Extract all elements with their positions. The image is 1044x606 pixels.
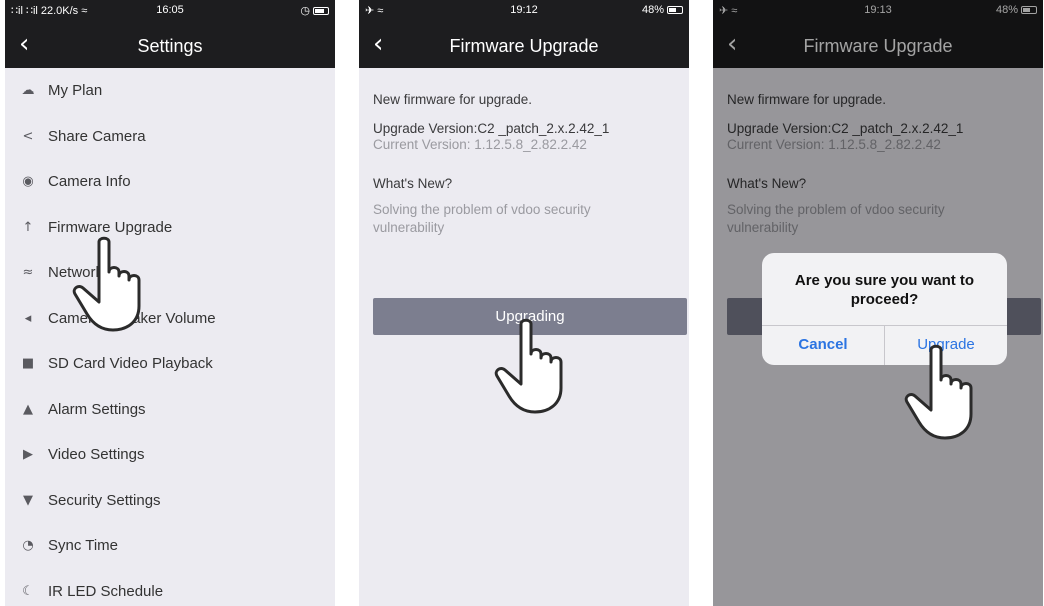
settings-menu: ☁ My Plan < Share Camera ◉ Camera Info ↑ Fir… xyxy=(5,68,335,606)
pointing-hand-icon xyxy=(494,318,563,414)
arrow-up-icon: ↑ xyxy=(22,219,34,235)
menu-item-label: Video Settings xyxy=(48,446,145,464)
menu-item-share-camera[interactable]: < Share Camera xyxy=(5,114,335,160)
clock-icon: ◔ xyxy=(22,538,34,554)
firmware-upgrade-screen: ✈ ≈ 19:12 48% ‹ Firmware Upgrade New fir… xyxy=(359,0,689,606)
menu-item-firmware-upgrade[interactable]: ↑ Firmware Upgrade xyxy=(5,205,335,251)
status-right: 48% xyxy=(642,4,683,16)
camera-info-icon: ◉ xyxy=(22,174,34,190)
menu-item-my-plan[interactable]: ☁ My Plan xyxy=(5,68,335,114)
nav-bar: ‹ Settings xyxy=(5,22,335,68)
menu-item-sd-card-playback[interactable]: ■ SD Card Video Playback xyxy=(5,341,335,387)
menu-item-label: Security Settings xyxy=(48,491,161,509)
current-version: Current Version: 1.12.5.8_2.82.2.42 xyxy=(373,137,587,152)
pointing-hand-icon xyxy=(904,344,973,440)
whats-new-heading: What's New? xyxy=(373,176,453,191)
upgrade-version: Upgrade Version:C2 _patch_2.x.2.42_1 xyxy=(373,121,610,136)
menu-item-label: SD Card Video Playback xyxy=(48,355,213,373)
status-bar: ∷il ∷il 22.0K/s ≈ 16:05 ◷ xyxy=(5,0,335,22)
shield-icon: ▼ xyxy=(23,492,33,508)
alarm-clock-icon: ◷ xyxy=(300,5,310,17)
status-time: 19:12 xyxy=(510,4,538,16)
pointing-hand-icon xyxy=(72,236,141,332)
menu-item-alarm-settings[interactable]: ▲ Alarm Settings xyxy=(5,387,335,433)
menu-item-security-settings[interactable]: ▼ Security Settings xyxy=(5,478,335,524)
cancel-button[interactable]: Cancel xyxy=(762,325,884,365)
firmware-info: New firmware for upgrade. Upgrade Versio… xyxy=(373,92,679,237)
menu-item-speaker-volume[interactable]: ◂Camera Speaker Volume xyxy=(5,296,335,342)
status-bar: ✈ ≈ 19:12 48% xyxy=(359,0,689,22)
menu-item-label: Firmware Upgrade xyxy=(48,218,173,236)
menu-item-label: Camera Info xyxy=(48,173,131,191)
ir-led-icon: ☾ xyxy=(22,583,34,599)
menu-item-network[interactable]: ≈ Network xyxy=(5,250,335,296)
status-right: ◷ xyxy=(300,4,329,17)
menu-item-label: Sync Time xyxy=(48,537,119,555)
dialog-message: Are you sure you want to proceed? xyxy=(794,272,975,308)
battery-icon xyxy=(667,6,683,14)
menu-item-label: Share Camera xyxy=(48,127,146,145)
menu-item-sync-time[interactable]: ◔ Sync Time xyxy=(5,523,335,569)
share-icon: < xyxy=(22,128,34,144)
settings-screen: ∷il ∷il 22.0K/s ≈ 16:05 ◷ ‹ Settings ☁ My… xyxy=(5,0,335,606)
wifi-icon: ≈ xyxy=(22,265,34,281)
menu-item-ir-led-schedule[interactable]: ☾ IR LED Schedule xyxy=(5,569,335,606)
speaker-icon: ◂ xyxy=(24,310,32,326)
page-title: Firmware Upgrade xyxy=(449,36,599,56)
cloud-icon: ☁ xyxy=(21,83,35,99)
new-firmware-text: New firmware for upgrade. xyxy=(373,92,533,107)
menu-item-label: My Plan xyxy=(48,82,103,100)
status-time: 16:05 xyxy=(156,4,184,16)
menu-item-video-settings[interactable]: ▶ Video Settings xyxy=(5,432,335,478)
release-notes: Solving the problem of vdoo security vul… xyxy=(373,202,591,235)
menu-item-label: Alarm Settings xyxy=(48,400,146,418)
battery-percent: 48% xyxy=(641,4,664,16)
nav-bar: ‹ Firmware Upgrade xyxy=(359,22,689,68)
page-title: Settings xyxy=(137,36,203,56)
video-icon: ▶ xyxy=(23,447,33,463)
menu-item-camera-info[interactable]: ◉ Camera Info xyxy=(5,159,335,205)
menu-item-label: IR LED Schedule xyxy=(48,582,164,600)
sd-card-icon: ■ xyxy=(21,356,35,372)
battery-icon xyxy=(313,7,329,15)
firmware-upgrade-confirm-screen: ✈ ≈ 19:13 48% ‹ Firmware Upgrade New fir… xyxy=(713,0,1043,606)
alarm-icon: ▲ xyxy=(23,401,33,417)
